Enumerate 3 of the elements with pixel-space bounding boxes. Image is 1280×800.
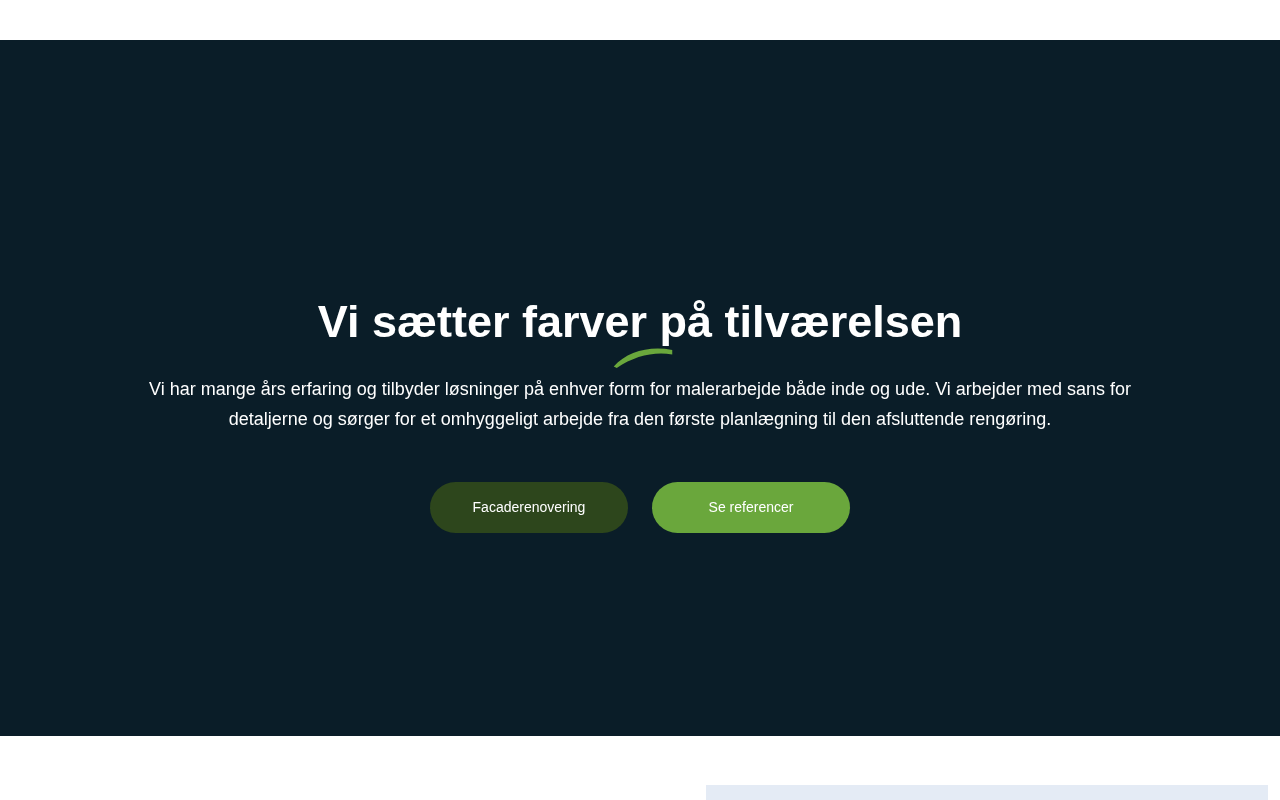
hero-button[interactable]: Facaderenovering xyxy=(430,482,628,533)
hero-description: Vi har mange års erfaring og tilbyder løsninger på enhver form for malerarbejde både inde og ude. Vi arbejder med sans for detaljerne og sørger for et omhyggeligt arbejde fra den første planlægning til den afsluttende rengøring. xyxy=(148,378,1132,431)
hero-title: Vi sætter farver på tilværelsen xyxy=(317,299,963,344)
